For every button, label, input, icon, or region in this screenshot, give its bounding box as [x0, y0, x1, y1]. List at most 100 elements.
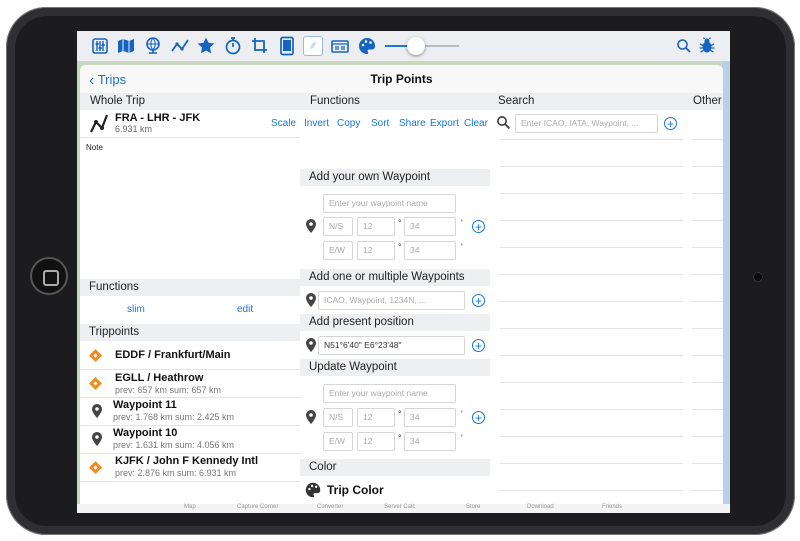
edit-button[interactable]: edit [237, 304, 253, 315]
tab-friends[interactable]: Friends [602, 504, 622, 510]
waypoint-name-input[interactable]: Enter your waypoint name [323, 194, 456, 213]
update-ns-degrees-field[interactable]: 12 [357, 408, 395, 427]
update-ns-field[interactable]: N/S [323, 408, 353, 427]
slim-button[interactable]: slim [127, 304, 145, 315]
ns-minutes-field[interactable]: 34 [404, 217, 456, 236]
bug-icon[interactable] [697, 36, 717, 56]
add-present-position-button[interactable]: + [472, 339, 485, 352]
update-ns-minutes-field[interactable]: 34 [404, 408, 456, 427]
crop-icon[interactable] [250, 36, 270, 56]
trippoint-row[interactable]: EGLL / Heathrow prev: 657 km sum: 657 km [80, 370, 300, 397]
trippoint-row[interactable]: KJFK / John F Kennedy Intl prev: 2.876 k… [80, 454, 300, 481]
ew-minutes-field[interactable]: 34 [404, 241, 456, 260]
tab-server-calc[interactable]: Server Calc [384, 504, 415, 510]
search-result-row[interactable] [500, 436, 683, 437]
other-result-row[interactable] [692, 382, 723, 383]
note-area[interactable]: Note [80, 138, 300, 278]
star-icon[interactable] [196, 36, 216, 56]
route-icon[interactable] [170, 36, 190, 56]
home-button[interactable] [30, 257, 68, 295]
tab-download[interactable]: Download [527, 504, 554, 510]
multiple-waypoints-input[interactable]: ICAO, Waypoint, 1234N, ... [318, 291, 465, 310]
invert-button[interactable]: Invert [304, 118, 329, 129]
pin-icon [306, 293, 316, 307]
trip-color-button[interactable]: Trip Color [302, 479, 482, 501]
search-result-row[interactable] [500, 409, 683, 410]
update-waypoint-button[interactable]: + [472, 411, 485, 424]
cards-icon[interactable] [330, 36, 350, 56]
degree-symbol: ° [398, 218, 402, 228]
search-result-row[interactable] [500, 220, 683, 221]
other-result-row[interactable] [692, 193, 723, 194]
sort-button[interactable]: Sort [371, 118, 389, 129]
mixer-icon[interactable] [90, 36, 110, 56]
export-button[interactable]: Export [430, 118, 459, 129]
other-result-row[interactable] [692, 139, 723, 140]
other-result-row[interactable] [692, 220, 723, 221]
share-button[interactable]: Share [399, 118, 426, 129]
update-ew-field[interactable]: E/W [323, 432, 353, 451]
search-result-row[interactable] [500, 328, 683, 329]
search-result-row[interactable] [500, 382, 683, 383]
search-result-row[interactable] [500, 274, 683, 275]
pin-icon [306, 338, 316, 352]
stopwatch-icon[interactable] [223, 36, 243, 56]
ns-degrees-field[interactable]: 12 [357, 217, 395, 236]
search-input[interactable]: Enter ICAO, IATA, Waypoint, ... [515, 114, 658, 133]
other-result-row[interactable] [692, 436, 723, 437]
trippoint-title: Waypoint 10 [113, 427, 178, 439]
palette-icon[interactable] [357, 36, 377, 56]
ns-field[interactable]: N/S [323, 217, 353, 236]
ew-degrees-field[interactable]: 12 [357, 241, 395, 260]
tab-capture-corner[interactable]: Capture Corner [237, 504, 278, 510]
search-result-row[interactable] [500, 166, 683, 167]
search-result-row[interactable] [500, 193, 683, 194]
update-ew-degrees-field[interactable]: 12 [357, 432, 395, 451]
tablet-icon[interactable] [277, 36, 297, 56]
zoom-slider-knob[interactable] [407, 37, 426, 55]
trippoint-row[interactable]: Waypoint 10 prev: 1.631 km sum: 4.056 km [80, 426, 300, 453]
search-result-row[interactable] [500, 139, 683, 140]
zoom-slider[interactable] [385, 37, 459, 55]
search-icon[interactable] [674, 36, 694, 56]
other-result-row[interactable] [692, 490, 723, 491]
search-result-row[interactable] [500, 490, 683, 491]
add-multiple-button[interactable]: + [472, 294, 485, 307]
tab-store[interactable]: Store [466, 504, 480, 510]
other-result-row[interactable] [692, 274, 723, 275]
other-result-row[interactable] [692, 301, 723, 302]
other-result-row[interactable] [692, 409, 723, 410]
divider [80, 481, 300, 482]
ew-field[interactable]: E/W [323, 241, 353, 260]
other-result-row[interactable] [692, 247, 723, 248]
search-result-row[interactable] [500, 301, 683, 302]
other-result-row[interactable] [692, 328, 723, 329]
trippoint-title: KJFK / John F Kennedy Intl [115, 455, 259, 467]
trippoint-row[interactable]: Waypoint 11 prev: 1.768 km sum: 2.425 km [80, 398, 300, 425]
copy-button[interactable]: Copy [337, 118, 360, 129]
map-icon[interactable] [116, 36, 136, 56]
update-waypoint-name-input[interactable]: Enter your waypoint name [323, 384, 456, 403]
search-result-row[interactable] [500, 463, 683, 464]
trip-distance: 6.931 km [115, 124, 153, 134]
clear-button[interactable]: Clear [464, 118, 488, 129]
pin-icon [92, 404, 102, 418]
note-label: Note [86, 143, 103, 152]
other-result-row[interactable] [692, 463, 723, 464]
search-result-row[interactable] [500, 247, 683, 248]
add-waypoint-button[interactable]: + [472, 220, 485, 233]
trippoint-row[interactable]: EDDF / Frankfurt/Main [80, 343, 300, 369]
other-result-row[interactable] [692, 166, 723, 167]
tab-map[interactable]: Map [184, 504, 196, 510]
globe-icon[interactable] [143, 36, 163, 56]
scale-button[interactable]: Scale [271, 118, 296, 129]
pin-icon [92, 432, 102, 446]
search-result-row[interactable] [500, 355, 683, 356]
tab-converter[interactable]: Converter [317, 504, 343, 510]
add-search-result-button[interactable]: + [664, 117, 677, 130]
update-ew-minutes-field[interactable]: 34 [404, 432, 456, 451]
compass-icon[interactable] [303, 36, 323, 56]
present-position-field[interactable]: N51°6'40" E6°23'48" [318, 336, 465, 355]
other-result-row[interactable] [692, 355, 723, 356]
degree-symbol: ° [398, 242, 402, 252]
